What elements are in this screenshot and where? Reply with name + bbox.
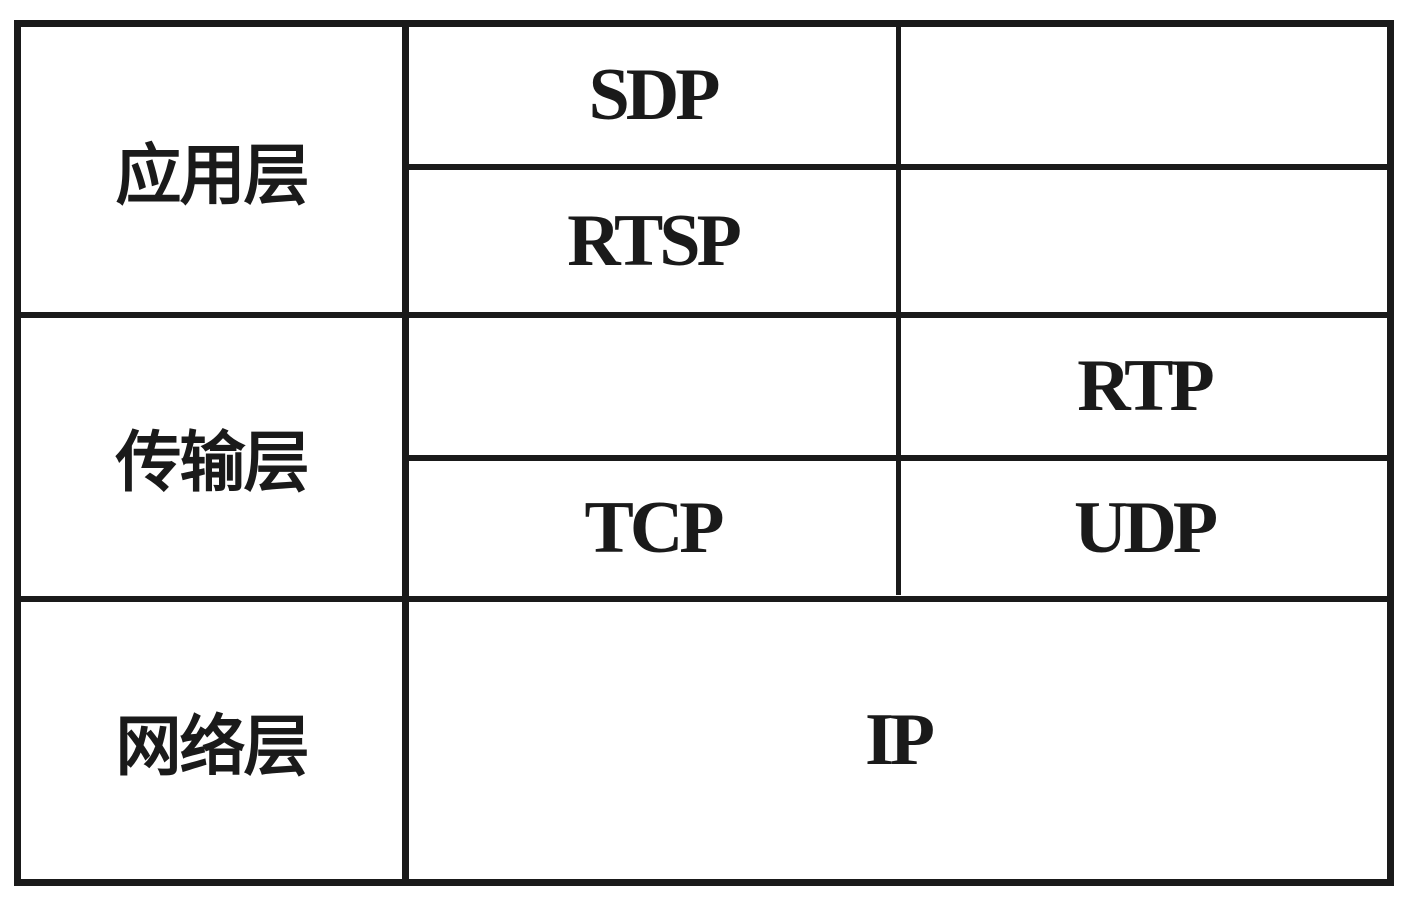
protocol-ip: IP (865, 699, 935, 781)
layer-label-network: 网络层 (115, 707, 310, 785)
protocol-rtsp: RTSP (567, 199, 742, 282)
protocol-sdp: SDP (588, 54, 721, 136)
protocol-udp: UDP (1073, 487, 1218, 569)
protocol-tcp: TCP (584, 487, 725, 569)
layer-label-transport: 传输层 (115, 424, 310, 501)
protocol-rtp: RTP (1077, 345, 1214, 427)
protocol-stack-table: 应用层 传输层 网络层 SDP RTSP RTP TCP UDP IP (14, 20, 1394, 886)
layer-label-application: 应用层 (115, 136, 310, 214)
divider-layer-column (402, 27, 409, 879)
